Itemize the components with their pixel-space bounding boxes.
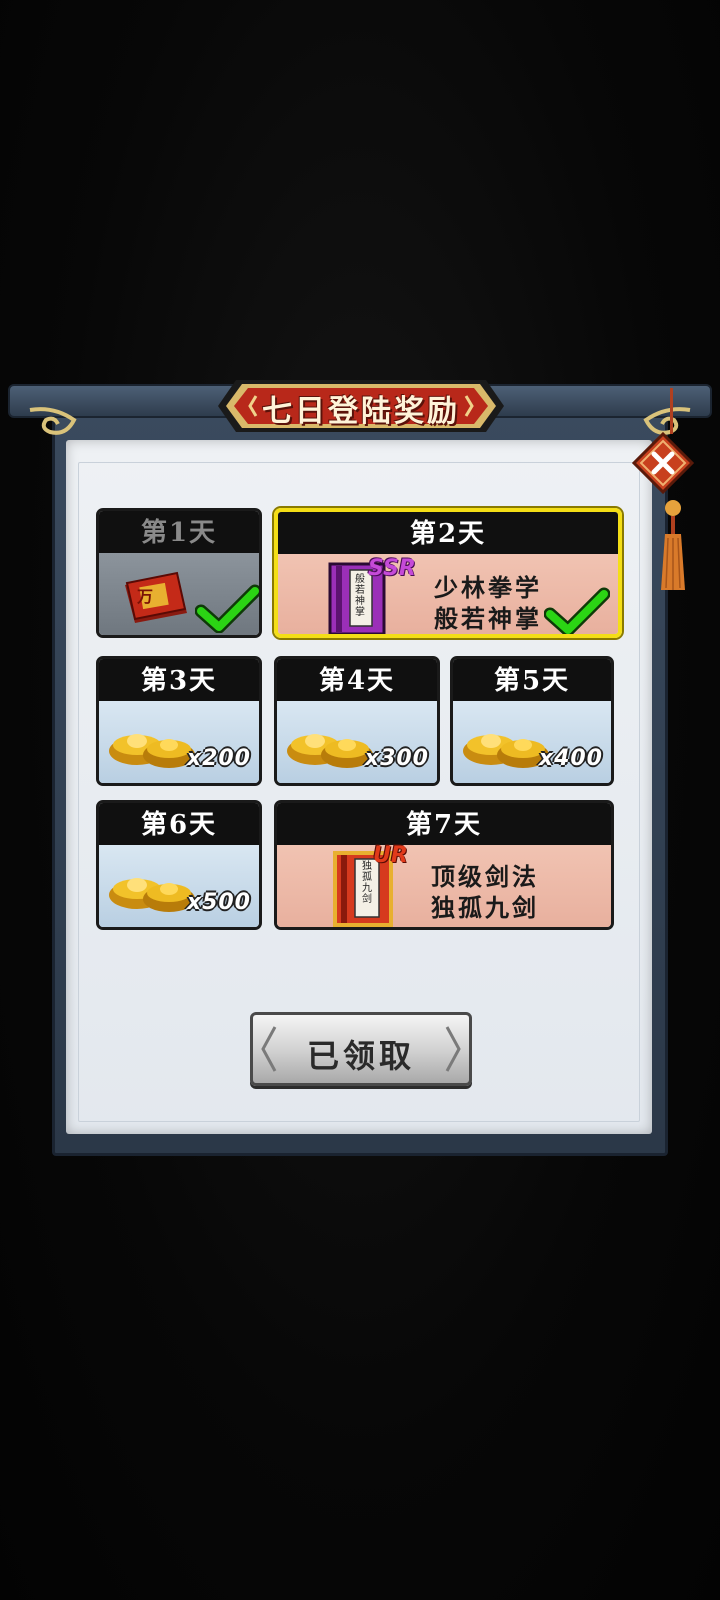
day-card-7[interactable]: 第7天 独孤九剑 UR 顶级剑法 独孤九剑 [274,800,614,930]
reward-name-line2: 独孤九剑 [431,893,539,922]
gold-ingot-icon [109,734,195,768]
tassel-icon [661,500,685,590]
close-button[interactable] [632,432,694,494]
book-cover-text: 独孤九剑 [362,861,372,905]
day-card-body: 万 [99,553,259,635]
day-card-4[interactable]: 第4天 x300 [274,656,440,786]
day-card-2[interactable]: 第2天 般若神掌 SSR 少林拳学 般若神掌 [274,508,622,638]
day-label: 第7天 [277,803,611,845]
day-card-6[interactable]: 第6天 x500 [96,800,262,930]
manual-book-icon [125,571,187,623]
day-card-body: x400 [453,701,611,783]
day-label: 第2天 [278,512,618,554]
day-card-body: 独孤九剑 UR 顶级剑法 独孤九剑 [277,843,611,927]
button-ornament-right [445,1026,461,1072]
book-cover-text: 般若神掌 [355,574,365,618]
day-label: 第6天 [99,803,259,845]
day-card-body: x300 [277,701,437,783]
check-icon [195,584,259,633]
cloud-ornament-left [29,407,77,435]
day-label: 第3天 [99,659,259,701]
tassel-string [670,388,673,434]
day-card-body: x500 [99,845,259,927]
rarity-badge: UR [373,843,408,868]
claimed-button-label: 已领取 [306,1037,415,1075]
reward-quantity: x400 [538,746,603,771]
check-icon [544,587,610,634]
gold-ingot-icon [109,878,195,912]
day-label: 第1天 [99,511,259,553]
page-title: 七日登陆奖励 [262,394,460,429]
day-label: 第4天 [277,659,437,701]
day-card-body: 般若神掌 SSR 少林拳学 般若神掌 [278,554,618,634]
day-card-5[interactable]: 第5天 x400 [450,656,614,786]
manual-book-label: 万 [137,587,154,606]
claimed-button[interactable]: 已领取 [250,1012,472,1086]
day-label: 第5天 [453,659,611,701]
reward-name-line1: 少林拳学 [434,573,542,602]
day-card-body: x200 [99,701,259,783]
day-card-3[interactable]: 第3天 x200 [96,656,262,786]
reward-name-line1: 顶级剑法 [431,862,539,891]
reward-quantity: x500 [186,890,251,915]
reward-quantity: x200 [186,746,251,771]
reward-quantity: x300 [364,746,429,771]
rarity-badge: SSR [368,556,416,581]
day-card-1[interactable]: 第1天 万 [96,508,262,638]
reward-name-line2: 般若神掌 [434,604,542,633]
gold-ingot-icon [287,734,373,768]
